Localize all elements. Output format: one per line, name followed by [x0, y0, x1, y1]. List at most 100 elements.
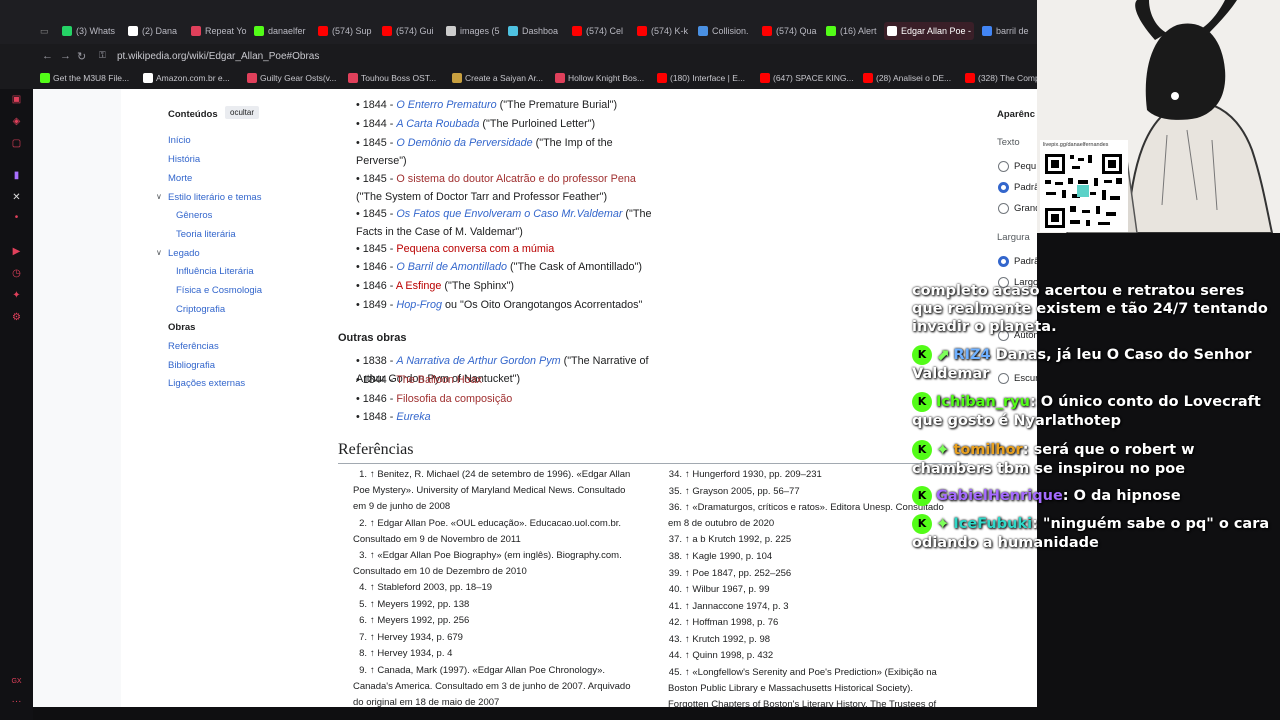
- kick-badge-icon: K: [912, 392, 932, 412]
- reference-text[interactable]: ↑ Meyers 1992, pp. 138: [370, 599, 469, 610]
- work-year: 1845 -: [362, 137, 397, 149]
- reload-icon[interactable]: ↻: [77, 50, 86, 63]
- forward-icon[interactable]: →: [60, 50, 71, 62]
- toc-hide-button[interactable]: ocultar: [225, 106, 260, 119]
- work-link[interactable]: A Esfinge: [396, 280, 442, 292]
- reference-text[interactable]: ↑ Meyers 1992, pp. 256: [370, 615, 469, 626]
- toc-item[interactable]: Legado: [168, 248, 200, 259]
- reference-text[interactable]: ↑ «Edgar Allan Poe Biography» (em inglês…: [353, 550, 622, 577]
- toc-item[interactable]: História: [168, 154, 200, 165]
- tab-overview-icon[interactable]: ▭: [40, 22, 49, 40]
- bookmark-item[interactable]: Guilty Gear Osts(v...: [247, 73, 336, 83]
- messenger-icon[interactable]: ◈: [11, 116, 22, 127]
- reference-text[interactable]: ↑ a b Krutch 1992, p. 225: [685, 534, 791, 545]
- toc-item[interactable]: Gêneros: [176, 210, 212, 221]
- browser-tab[interactable]: Edgar Allan Poe -: [884, 22, 974, 40]
- reference-text[interactable]: ↑ Stableford 2003, pp. 18–19: [370, 582, 492, 593]
- work-link[interactable]: Filosofia da composição: [396, 393, 512, 405]
- toc-item[interactable]: Influência Literária: [176, 266, 254, 277]
- bookmark-item[interactable]: Amazon.com.br e...: [143, 73, 230, 83]
- bookmark-item[interactable]: (180) Interface | E...: [657, 73, 745, 83]
- url-field[interactable]: pt.wikipedia.org/wiki/Edgar_Allan_Poe#Ob…: [117, 51, 319, 62]
- browser-tab[interactable]: (574) Gui: [382, 22, 434, 40]
- reference-text[interactable]: ↑ Edgar Allan Poe. «OUL educação». Educa…: [353, 518, 621, 545]
- reference-text[interactable]: ↑ Poe 1847, pp. 252–256: [685, 568, 791, 579]
- back-icon[interactable]: ←: [42, 50, 53, 62]
- extensions-icon[interactable]: ✦: [11, 290, 22, 301]
- bookmark-item[interactable]: (328) The Comp: [965, 73, 1040, 83]
- reference-text[interactable]: ↑ Grayson 2005, pp. 56–77: [685, 486, 800, 497]
- browser-tab[interactable]: Dashboa: [508, 22, 558, 40]
- reference-text[interactable]: ↑ Hoffman 1998, p. 76: [685, 617, 778, 628]
- tiktok-icon[interactable]: •: [11, 212, 22, 223]
- bookmark-item[interactable]: (647) SPACE KING...: [760, 73, 854, 83]
- player-icon[interactable]: ▶: [11, 246, 22, 257]
- reference-text[interactable]: ↑ Jannaccone 1974, p. 3: [685, 601, 789, 612]
- reference-text[interactable]: ↑ «Dramaturgos, críticos e ratos». Edito…: [668, 502, 944, 529]
- chevron-down-icon[interactable]: ∨: [156, 192, 162, 201]
- bookmark-item[interactable]: (28) Analisei o DE...: [863, 73, 951, 83]
- text-large-radio[interactable]: [998, 203, 1009, 214]
- reference-text[interactable]: ↑ Canada, Mark (1997). «Edgar Allan Poe …: [353, 665, 631, 707]
- toc-item[interactable]: Criptografia: [176, 304, 225, 315]
- chevron-down-icon[interactable]: ∨: [156, 248, 162, 257]
- bookmark-item[interactable]: Create a Saiyan Ar...: [452, 73, 543, 83]
- instagram-icon[interactable]: ▢: [11, 138, 22, 149]
- reference-text[interactable]: ↑ Quinn 1998, p. 432: [685, 650, 773, 661]
- work-link[interactable]: O Demônio da Perversidade: [396, 137, 532, 149]
- work-link[interactable]: A Carta Roubada: [396, 118, 479, 130]
- twitch-icon[interactable]: ▮: [11, 170, 22, 181]
- bookmark-item[interactable]: Touhou Boss OST...: [348, 73, 436, 83]
- browser-tab[interactable]: danaelfer: [254, 22, 306, 40]
- browser-tab[interactable]: (574) Cel: [572, 22, 623, 40]
- browser-tab[interactable]: barril de: [982, 22, 1029, 40]
- reference-text[interactable]: ↑ Kagle 1990, p. 104: [685, 551, 772, 562]
- browser-tab[interactable]: (3) Whats: [62, 22, 115, 40]
- work-link[interactable]: Hop-Frog: [396, 299, 442, 311]
- browser-tab[interactable]: images (5: [446, 22, 500, 40]
- reference-text[interactable]: ↑ Hungerford 1930, pp. 209–231: [685, 469, 822, 480]
- browser-tab[interactable]: Repeat Yo: [191, 22, 247, 40]
- toc-item[interactable]: Referências: [168, 341, 219, 352]
- reference-text[interactable]: ↑ Hervey 1934, p. 679: [370, 632, 463, 643]
- work-link[interactable]: O Barril de Amontillado: [396, 261, 507, 273]
- gx-icon[interactable]: GX: [11, 676, 22, 687]
- toc-item[interactable]: Início: [168, 135, 191, 146]
- text-standard-radio[interactable]: [998, 182, 1009, 193]
- toc-item[interactable]: Morte: [168, 173, 192, 184]
- toc-item[interactable]: Obras: [168, 322, 195, 333]
- work-link[interactable]: A Narrativa de Arthur Gordon Pym: [396, 355, 560, 367]
- work-link[interactable]: O sistema do doutor Alcatrão e do profes…: [396, 173, 635, 185]
- toc-item[interactable]: Ligações externas: [168, 378, 245, 389]
- toc-item[interactable]: Estilo literário e temas: [168, 192, 261, 203]
- reference-text[interactable]: ↑ Hervey 1934, p. 4: [370, 648, 452, 659]
- toc-item[interactable]: Física e Cosmologia: [176, 285, 262, 296]
- browser-tab[interactable]: (574) Qua: [762, 22, 817, 40]
- toc-item[interactable]: Bibliografia: [168, 360, 215, 371]
- width-standard-radio[interactable]: [998, 256, 1009, 267]
- text-small-radio[interactable]: [998, 161, 1009, 172]
- work-link[interactable]: Eureka: [396, 411, 430, 423]
- browser-tab[interactable]: (574) Sup: [318, 22, 372, 40]
- reference-text[interactable]: ↑ Wilbur 1967, p. 99: [685, 584, 770, 595]
- reference-text[interactable]: ↑ Krutch 1992, p. 98: [685, 634, 770, 645]
- browser-tab[interactable]: Collision.: [698, 22, 749, 40]
- work-link[interactable]: O Enterro Prematuro: [396, 99, 496, 111]
- work-link[interactable]: Os Fatos que Envolveram o Caso Mr.Valdem…: [396, 208, 622, 220]
- work-link[interactable]: Pequena conversa com a múmia: [396, 243, 554, 255]
- site-info-icon[interactable]: ⚿: [99, 50, 106, 61]
- browser-tab[interactable]: (574) K-k: [637, 22, 688, 40]
- bookmark-item[interactable]: Get the M3U8 File...: [40, 73, 129, 83]
- more-icon[interactable]: ···: [11, 696, 22, 707]
- browser-tab[interactable]: (2) Dana: [128, 22, 177, 40]
- x-icon[interactable]: ✕: [11, 192, 22, 203]
- bookmark-item[interactable]: Hollow Knight Bos...: [555, 73, 644, 83]
- crypto-wallet-icon[interactable]: ▣: [11, 94, 22, 105]
- browser-tab[interactable]: (16) Alert: [826, 22, 877, 40]
- settings-icon[interactable]: ⚙: [11, 312, 22, 323]
- reference-text[interactable]: ↑ Benitez, R. Michael (24 de setembro de…: [353, 469, 630, 512]
- work-link[interactable]: The Balloon Hoax: [396, 374, 482, 386]
- history-icon[interactable]: ◷: [11, 268, 22, 279]
- toc-item[interactable]: Teoria literária: [176, 229, 236, 240]
- reference-text[interactable]: ↑ «Longfellow's Serenity and Poe's Predi…: [668, 667, 937, 707]
